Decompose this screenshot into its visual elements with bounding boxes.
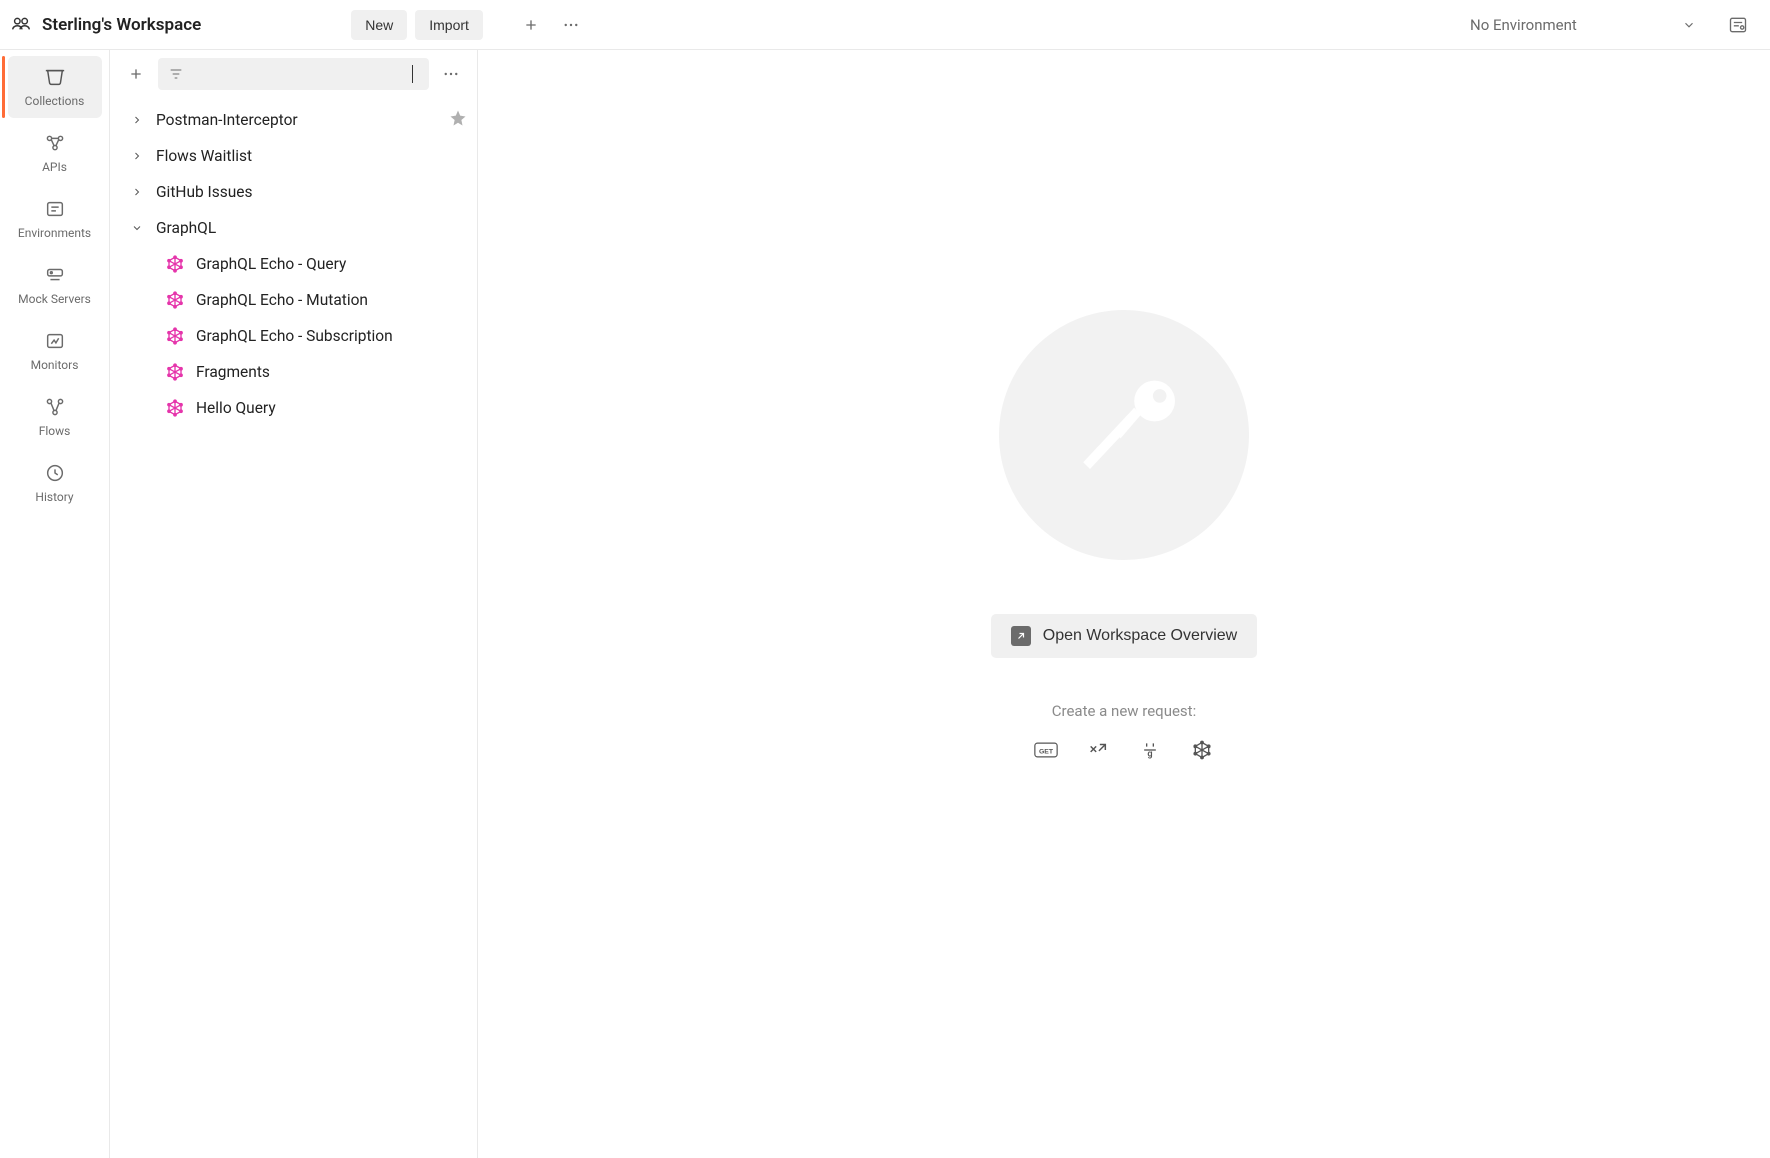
sidebar: Postman-Interceptor Flows Waitlist Gi xyxy=(110,50,478,1158)
rail-label: History xyxy=(35,490,73,504)
request-type-icons: GET g xyxy=(1034,738,1214,762)
rail-item-mock-servers[interactable]: Mock Servers xyxy=(8,254,102,316)
request-label: Hello Query xyxy=(196,399,276,417)
postman-rocket-icon xyxy=(1039,350,1209,520)
rail-item-history[interactable]: History xyxy=(8,452,102,514)
svg-text:g: g xyxy=(1147,750,1152,760)
tab-actions-button[interactable] xyxy=(555,9,587,41)
request-row[interactable]: GraphQL Echo - Mutation xyxy=(110,282,477,318)
collection-tree: Postman-Interceptor Flows Waitlist Gi xyxy=(110,98,477,1158)
chevron-right-icon xyxy=(128,150,146,162)
rail-label: Collections xyxy=(25,94,85,108)
filter-icon xyxy=(168,66,184,82)
workspace-icon xyxy=(10,12,32,38)
collection-label: Postman-Interceptor xyxy=(156,111,298,129)
apis-icon xyxy=(44,132,66,154)
environment-select[interactable]: No Environment xyxy=(1458,8,1708,42)
chevron-right-icon xyxy=(128,186,146,198)
graphql-icon xyxy=(166,363,184,381)
graphql-request-button[interactable] xyxy=(1190,738,1214,762)
websocket-request-button[interactable] xyxy=(1086,738,1110,762)
collections-icon xyxy=(44,66,66,88)
request-row[interactable]: Hello Query xyxy=(110,390,477,426)
rail-label: Flows xyxy=(39,424,71,438)
request-row[interactable]: GraphQL Echo - Subscription xyxy=(110,318,477,354)
monitors-icon xyxy=(44,330,66,352)
create-request-label: Create a new request: xyxy=(1052,702,1196,720)
rail-label: Monitors xyxy=(31,358,79,372)
collection-row[interactable]: GitHub Issues xyxy=(110,174,477,210)
environment-quicklook-button[interactable] xyxy=(1722,9,1754,41)
header: Sterling's Workspace New Import No Envir… xyxy=(0,0,1770,50)
request-label: GraphQL Echo - Subscription xyxy=(196,327,393,345)
mock-servers-icon xyxy=(44,264,66,286)
sidebar-toolbar xyxy=(110,50,477,98)
main-pane: Open Workspace Overview Create a new req… xyxy=(478,50,1770,1158)
request-row[interactable]: GraphQL Echo - Query xyxy=(110,246,477,282)
graphql-icon xyxy=(166,399,184,417)
rail-label: Mock Servers xyxy=(18,292,91,306)
rail-item-apis[interactable]: APIs xyxy=(8,122,102,184)
import-button[interactable]: Import xyxy=(415,10,483,40)
rail-label: Environments xyxy=(18,226,91,240)
rail-item-flows[interactable]: Flows xyxy=(8,386,102,448)
history-icon xyxy=(44,462,66,484)
filter-input[interactable] xyxy=(158,58,429,90)
graphql-icon xyxy=(166,327,184,345)
header-buttons: New Import xyxy=(351,9,587,41)
left-rail: Collections APIs Environments Moc xyxy=(0,50,110,1158)
rail-item-environments[interactable]: Environments xyxy=(8,188,102,250)
sidebar-more-button[interactable] xyxy=(435,58,467,90)
create-collection-button[interactable] xyxy=(120,58,152,90)
star-icon[interactable] xyxy=(449,109,467,131)
chevron-down-icon xyxy=(1682,18,1696,32)
collection-row-expanded[interactable]: GraphQL xyxy=(110,210,477,246)
open-overview-icon xyxy=(1011,626,1031,646)
request-label: Fragments xyxy=(196,363,270,381)
environments-icon xyxy=(44,198,66,220)
postman-logo-placeholder xyxy=(999,310,1249,560)
request-label: GraphQL Echo - Query xyxy=(196,255,346,273)
request-label: GraphQL Echo - Mutation xyxy=(196,291,368,309)
new-tab-button[interactable] xyxy=(515,9,547,41)
header-left: Sterling's Workspace New Import xyxy=(10,9,587,41)
overview-label: Open Workspace Overview xyxy=(1043,627,1237,645)
collection-row[interactable]: Flows Waitlist xyxy=(110,138,477,174)
header-right: No Environment xyxy=(1458,8,1754,42)
grpc-request-button[interactable]: g xyxy=(1138,738,1162,762)
chevron-right-icon xyxy=(128,114,146,126)
collection-label: Flows Waitlist xyxy=(156,147,252,165)
workspace-title[interactable]: Sterling's Workspace xyxy=(42,15,201,35)
http-request-button[interactable]: GET xyxy=(1034,738,1058,762)
graphql-icon xyxy=(166,255,184,273)
environment-label: No Environment xyxy=(1470,16,1577,34)
rail-item-monitors[interactable]: Monitors xyxy=(8,320,102,382)
collection-row[interactable]: Postman-Interceptor xyxy=(110,102,477,138)
rail-item-collections[interactable]: Collections xyxy=(8,56,102,118)
open-workspace-overview-button[interactable]: Open Workspace Overview xyxy=(991,614,1257,658)
flows-icon xyxy=(44,396,66,418)
collection-label: GraphQL xyxy=(156,219,216,237)
request-row[interactable]: Fragments xyxy=(110,354,477,390)
chevron-down-icon xyxy=(128,222,146,234)
rail-label: APIs xyxy=(42,160,67,174)
collection-label: GitHub Issues xyxy=(156,183,253,201)
new-button[interactable]: New xyxy=(351,10,407,40)
svg-text:GET: GET xyxy=(1039,748,1054,755)
graphql-icon xyxy=(166,291,184,309)
text-cursor xyxy=(412,65,413,83)
